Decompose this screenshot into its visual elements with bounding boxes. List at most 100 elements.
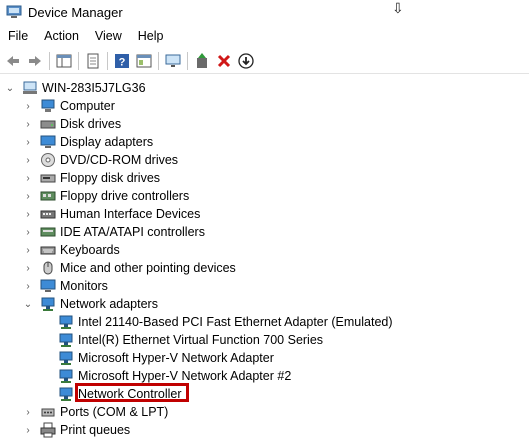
expand-chevron-icon[interactable]: › <box>22 277 34 295</box>
menu-action[interactable]: Action <box>36 29 87 43</box>
tree-item-intel-evf-700[interactable]: Intel(R) Ethernet Virtual Function 700 S… <box>40 331 323 349</box>
category-label: IDE ATA/ATAPI controllers <box>60 225 205 239</box>
highlight-box <box>75 383 189 402</box>
tree-item-mice[interactable]: › Mice and other pointing devices <box>22 259 235 277</box>
device-tree: ⌄ WIN-283I5J7LG36 › Computer › Disk driv… <box>0 78 529 444</box>
collapse-chevron-icon[interactable]: ⌄ <box>22 295 34 313</box>
device-manager-icon <box>6 5 22 18</box>
toolbar: ? <box>0 49 529 74</box>
monitor-icon <box>40 279 56 292</box>
expand-chevron-icon[interactable]: › <box>22 205 34 223</box>
menu-view[interactable]: View <box>87 29 130 43</box>
category-label: Floppy drive controllers <box>60 189 190 203</box>
category-label: Computer <box>60 99 115 113</box>
tree-item-intel-21140[interactable]: Intel 21140-Based PCI Fast Ethernet Adap… <box>40 313 393 331</box>
tree-item-floppy-drive-controllers[interactable]: › Floppy drive controllers <box>22 187 189 205</box>
category-label: Keyboards <box>60 243 120 257</box>
network-adapter-icon <box>59 315 73 329</box>
root-label: WIN-283I5J7LG36 <box>42 81 146 95</box>
tree-item-ports[interactable]: › Ports (COM & LPT) <box>22 403 168 421</box>
keyboard-icon <box>40 246 56 255</box>
forward-button[interactable] <box>24 50 46 72</box>
printer-icon <box>40 422 56 438</box>
network-adapter-icon <box>59 369 73 383</box>
console-button[interactable] <box>133 50 155 72</box>
forward-icon <box>29 56 41 66</box>
disk-drive-icon <box>40 120 56 129</box>
expand-chevron-icon[interactable]: › <box>22 169 34 187</box>
expand-chevron-icon[interactable]: › <box>22 187 34 205</box>
device-label: Microsoft Hyper-V Network Adapter <box>78 351 274 365</box>
tree-item-computer[interactable]: › Computer <box>22 97 115 115</box>
expand-chevron-icon[interactable]: › <box>22 115 34 133</box>
window-title: Device Manager <box>28 4 123 20</box>
hid-icon <box>40 210 56 219</box>
floppy-drive-icon <box>40 174 56 183</box>
expand-chevron-icon[interactable]: › <box>22 151 34 169</box>
device-label: Intel(R) Ethernet Virtual Function 700 S… <box>78 333 324 347</box>
show-hide-console-tree-button[interactable] <box>53 50 75 72</box>
tree-item-print-queues[interactable]: › Print queues <box>22 421 130 439</box>
network-adapter-icon <box>59 351 73 365</box>
monitor-icon <box>165 54 181 67</box>
uninstall-icon <box>217 54 231 68</box>
help-icon: ? <box>115 54 129 69</box>
tree-item-floppy-disk-drives[interactable]: › Floppy disk drives <box>22 169 160 187</box>
document-icon <box>87 53 99 69</box>
port-icon <box>41 408 55 417</box>
update-driver-button[interactable] <box>191 50 213 72</box>
category-label: Network adapters <box>60 297 158 311</box>
category-label: Human Interface Devices <box>60 207 201 221</box>
tree-item-disk-drives[interactable]: › Disk drives <box>22 115 121 133</box>
console-icon <box>136 54 152 68</box>
help-button[interactable]: ? <box>111 50 133 72</box>
expand-chevron-icon[interactable]: › <box>22 97 34 115</box>
expand-chevron-icon[interactable]: › <box>22 421 34 439</box>
tree-item-keyboards[interactable]: › Keyboards <box>22 241 120 259</box>
expand-chevron-icon[interactable]: › <box>22 133 34 151</box>
menu-bar: File Action View Help <box>0 26 529 46</box>
tree-item-human-interface-devices[interactable]: › Human Interface Devices <box>22 205 200 223</box>
category-label: DVD/CD-ROM drives <box>60 153 179 167</box>
expand-chevron-icon[interactable]: › <box>22 259 34 277</box>
tree-item-dvd-cdrom[interactable]: › DVD/CD-ROM drives <box>22 151 178 169</box>
expand-chevron-icon[interactable]: › <box>22 241 34 259</box>
download-icon <box>238 53 254 69</box>
update-driver-icon <box>197 53 207 68</box>
svg-text:?: ? <box>119 57 126 69</box>
properties-button[interactable] <box>82 50 104 72</box>
menu-file[interactable]: File <box>0 29 36 43</box>
computer-icon <box>41 99 55 112</box>
category-label: Disk drives <box>60 117 122 131</box>
expand-chevron-icon[interactable]: › <box>22 403 34 421</box>
tree-item-hyperv-adapter[interactable]: Microsoft Hyper-V Network Adapter <box>40 349 274 367</box>
category-label: Print queues <box>60 423 131 437</box>
controller-icon <box>40 191 56 201</box>
optical-disc-icon <box>41 153 55 167</box>
expand-chevron-icon[interactable]: › <box>22 223 34 241</box>
tree-item-network-adapters[interactable]: ⌄ Network adapters <box>22 295 158 313</box>
back-button[interactable] <box>2 50 24 72</box>
menu-help[interactable]: Help <box>130 29 172 43</box>
tree-item-display-adapters[interactable]: › Display adapters <box>22 133 153 151</box>
category-label: Floppy disk drives <box>60 171 161 185</box>
toolbar-separator <box>158 52 159 70</box>
scan-hardware-button[interactable] <box>162 50 184 72</box>
tree-item-monitors[interactable]: › Monitors <box>22 277 108 295</box>
title-bar: Device Manager ⇩ <box>0 0 529 24</box>
enable-device-button[interactable] <box>235 50 257 72</box>
collapse-chevron-icon[interactable]: ⌄ <box>4 79 16 97</box>
tree-root[interactable]: ⌄ WIN-283I5J7LG36 <box>4 79 146 97</box>
network-adapter-icon <box>41 297 55 311</box>
toolbar-separator <box>187 52 188 70</box>
uninstall-device-button[interactable] <box>213 50 235 72</box>
mouse-icon <box>43 261 53 275</box>
network-adapter-icon <box>59 333 73 347</box>
tree-item-ide-ata[interactable]: › IDE ATA/ATAPI controllers <box>22 223 205 241</box>
device-label: Intel 21140-Based PCI Fast Ethernet Adap… <box>78 315 393 329</box>
network-adapter-icon <box>59 387 73 401</box>
